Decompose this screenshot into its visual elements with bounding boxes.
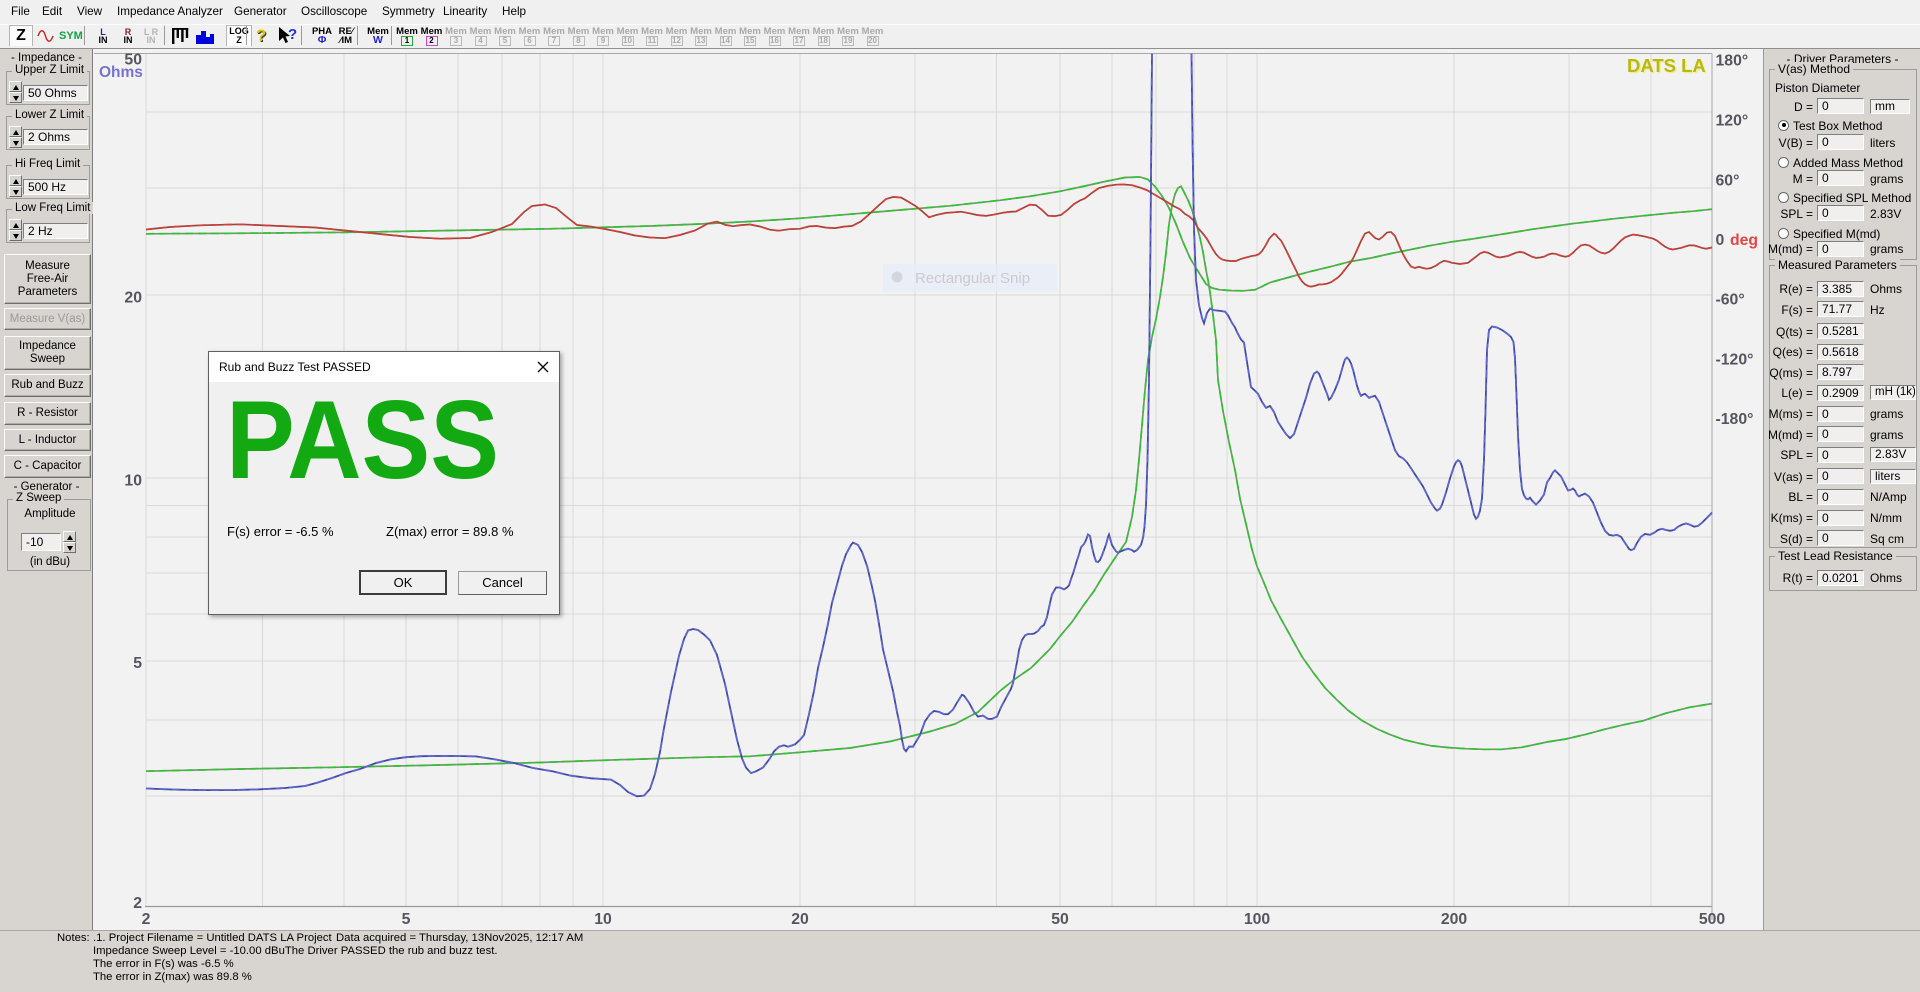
svg-text:5: 5	[133, 655, 142, 672]
svg-text:10: 10	[594, 911, 612, 928]
svg-text:-60°: -60°	[1716, 292, 1745, 309]
svg-text:5: 5	[402, 911, 411, 928]
svg-text:2: 2	[142, 911, 151, 928]
svg-text:-120°: -120°	[1716, 352, 1754, 369]
svg-text:0: 0	[1716, 232, 1725, 249]
svg-text:PASS: PASS	[226, 399, 499, 485]
svg-text:-180°: -180°	[1716, 411, 1754, 428]
svg-text:100: 100	[1244, 911, 1271, 928]
svg-text:20: 20	[124, 290, 142, 307]
svg-text:?: ?	[288, 26, 297, 43]
svg-text:DATS LA: DATS LA	[1627, 55, 1706, 76]
svg-text:180°: 180°	[1716, 53, 1749, 70]
svg-text:500: 500	[1699, 911, 1726, 928]
svg-text:Rectangular Snip: Rectangular Snip	[915, 270, 1030, 287]
svg-text:50: 50	[1051, 911, 1069, 928]
svg-text:2: 2	[133, 895, 142, 912]
svg-text:Ohms: Ohms	[99, 64, 143, 81]
svg-text:120°: 120°	[1716, 113, 1749, 130]
svg-text:60°: 60°	[1716, 173, 1740, 190]
svg-text:20: 20	[791, 911, 809, 928]
svg-text:200: 200	[1441, 911, 1468, 928]
svg-text:10: 10	[124, 473, 142, 490]
